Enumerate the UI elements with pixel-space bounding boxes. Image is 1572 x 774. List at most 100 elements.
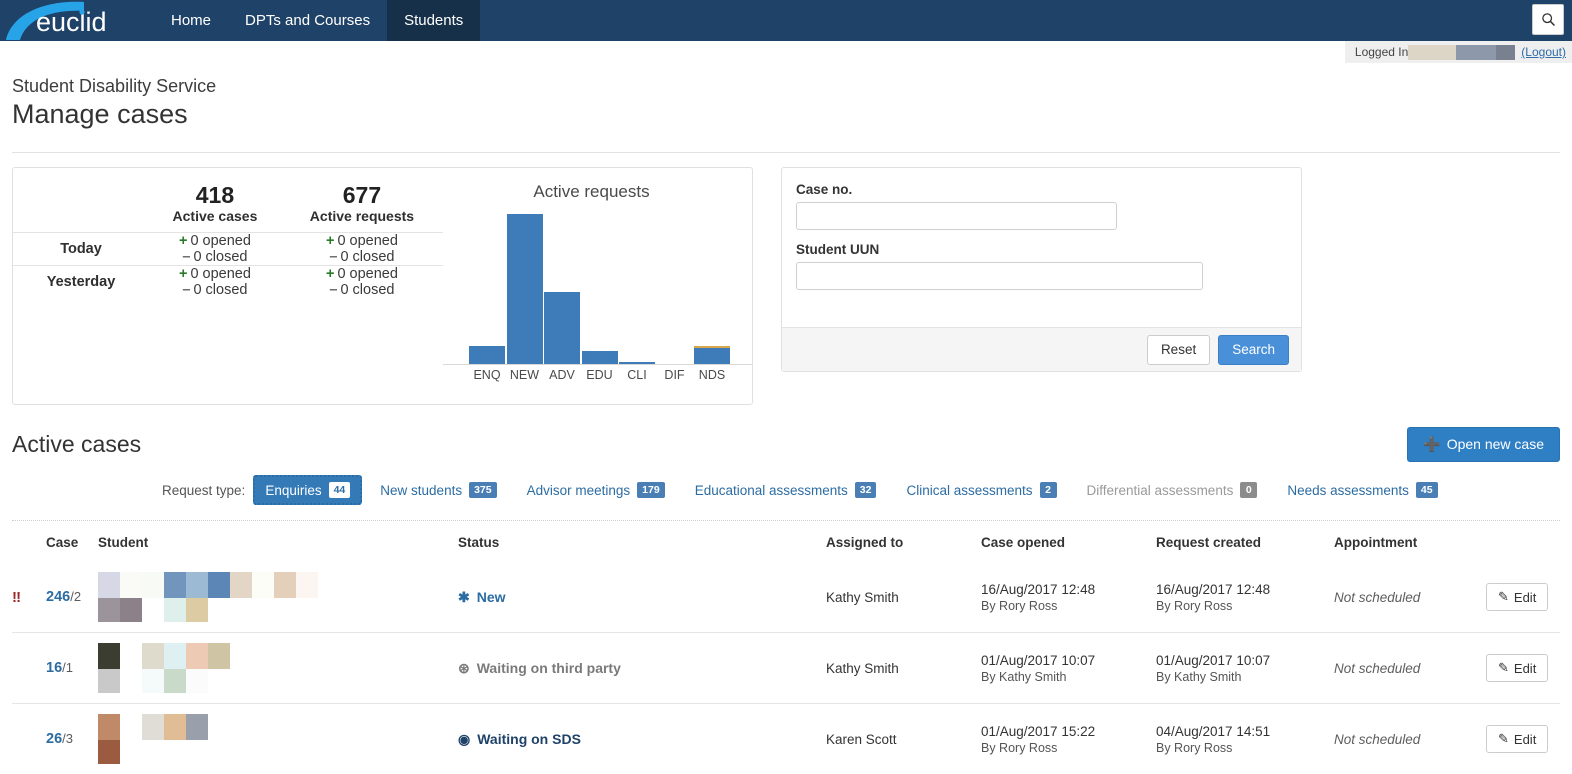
euclid-logo[interactable]: euclid <box>0 0 130 41</box>
redaction-block <box>208 714 230 740</box>
chart-bars <box>469 214 730 364</box>
tab-needs-assessments[interactable]: Needs assessments 45 <box>1275 475 1449 505</box>
reset-button[interactable]: Reset <box>1147 335 1210 365</box>
redaction-block <box>186 643 208 669</box>
priority-flag-cell: ‼ <box>12 562 46 633</box>
redaction-block <box>252 669 274 693</box>
redaction-block <box>120 669 142 693</box>
case-opened-date: 01/Aug/2017 10:07 <box>981 653 1156 668</box>
chart-bar-segment <box>582 351 618 364</box>
tab-enquiries[interactable]: Enquiries44 <box>253 475 362 505</box>
tab-new-students[interactable]: New students 375 <box>368 475 508 505</box>
search-panel-footer: Reset Search <box>782 327 1301 371</box>
redaction-block <box>142 714 164 740</box>
redaction-block <box>296 669 318 693</box>
stats-row-label-yesterday: Yesterday <box>13 266 149 299</box>
tab-count-badge: 375 <box>469 482 497 498</box>
case-opened-cell: 01/Aug/2017 10:07 By Kathy Smith <box>981 633 1156 704</box>
chart-bar-cli <box>619 214 655 364</box>
page-title: Manage cases <box>12 97 1572 131</box>
appointment-status: Not scheduled <box>1334 661 1420 676</box>
tab-label: New students <box>380 483 462 498</box>
search-button[interactable]: Search <box>1218 335 1289 365</box>
search-icon[interactable] <box>1532 4 1564 35</box>
redaction-block <box>252 572 274 598</box>
chart-tick-enq: ENQ <box>469 368 505 382</box>
pencil-icon: ✎ <box>1498 589 1509 605</box>
case-search-panel: Case no. Student UUN Reset Search <box>781 167 1302 372</box>
plus-icon: + <box>326 233 334 249</box>
tab-educational-assessments[interactable]: Educational assessments32 <box>683 475 889 505</box>
tab-count-badge: 0 <box>1240 482 1257 498</box>
case-number-link[interactable]: 246/2 <box>46 589 81 605</box>
redaction-block <box>98 598 120 622</box>
redaction-block <box>230 714 252 740</box>
redaction-block <box>208 572 230 598</box>
student-uun-input[interactable] <box>796 262 1203 290</box>
redaction-block <box>274 643 296 669</box>
request-created-cell: 16/Aug/2017 12:48By Rory Ross <box>1156 562 1334 633</box>
redaction-block <box>164 572 186 598</box>
col-assigned-to: Assigned to <box>826 521 981 562</box>
appointment-cell: Not scheduled <box>1334 633 1486 704</box>
plus-icon: + <box>179 266 187 282</box>
table-row: 26/3◉Waiting on SDSKaren Scott01/Aug/201… <box>12 704 1560 774</box>
tab-differential-assessments: Differential assessments0 <box>1075 475 1270 505</box>
redaction-block <box>98 643 120 669</box>
redaction-block <box>274 714 296 740</box>
case-no-input[interactable] <box>796 202 1117 230</box>
nav-item-students[interactable]: Students <box>387 0 480 41</box>
cases-table-header: Case Student Status Assigned to Case ope… <box>12 521 1560 562</box>
case-number-cell: 246/2 <box>46 562 98 633</box>
col-status: Status <box>458 521 826 562</box>
case-number-link[interactable]: 16/1 <box>46 660 73 676</box>
today-cases-closed: –0 closed <box>149 249 281 266</box>
open-new-case-label: Open new case <box>1447 436 1544 452</box>
priority-alert-icon: ‼ <box>12 589 20 606</box>
table-row: 16/1⊛Waiting on third partyKathy Smith01… <box>12 633 1560 704</box>
appointment-cell: Not scheduled <box>1334 704 1486 774</box>
edit-button[interactable]: ✎Edit <box>1486 725 1548 753</box>
redaction-block <box>296 643 318 669</box>
redaction-block <box>274 598 296 622</box>
chart-bar-segment <box>469 346 505 364</box>
edit-button[interactable]: ✎Edit <box>1486 654 1548 682</box>
tab-count-badge: 32 <box>855 482 877 498</box>
request-created-cell: 01/Aug/2017 10:07By Kathy Smith <box>1156 633 1334 704</box>
redaction-block <box>164 714 186 740</box>
chart-x-axis <box>443 364 752 365</box>
redaction-block <box>98 572 120 598</box>
active-cases-header: Active cases ➕Open new case <box>0 405 1572 462</box>
edit-button[interactable]: ✎Edit <box>1486 583 1548 611</box>
yesterday-requests-closed: –0 closed <box>281 282 443 298</box>
redaction-block <box>208 598 230 622</box>
redaction-block <box>186 598 208 622</box>
request-created-by: By Kathy Smith <box>1156 670 1334 684</box>
student-uun-label: Student UUN <box>796 242 1287 257</box>
redaction-block <box>164 643 186 669</box>
tab-advisor-meetings[interactable]: Advisor meetings179 <box>515 475 677 505</box>
stats-panel: 418 Active cases 677 Active requests Tod… <box>12 167 753 405</box>
tab-clinical-assessments[interactable]: Clinical assessments2 <box>894 475 1068 505</box>
nav-item-home[interactable]: Home <box>154 0 228 41</box>
chart-tick-new: NEW <box>507 368 543 382</box>
tab-label: Needs assessments <box>1287 483 1409 498</box>
tab-label: Clinical assessments <box>906 483 1032 498</box>
chart-plot-area <box>469 214 730 364</box>
active-requests-value: 677 <box>281 182 443 208</box>
col-flag <box>12 521 46 562</box>
status-badge: ✱New <box>458 589 826 606</box>
actions-cell: ✎Edit <box>1486 704 1560 774</box>
active-requests-label: Active requests <box>281 208 443 232</box>
chart-bar-adv <box>544 214 580 364</box>
redaction-block <box>230 740 252 764</box>
nav-item-dpts-and-courses[interactable]: DPTs and Courses <box>228 0 387 41</box>
case-number-link[interactable]: 26/3 <box>46 731 73 747</box>
case-opened-by: By Kathy Smith <box>981 670 1156 684</box>
open-new-case-button[interactable]: ➕Open new case <box>1407 427 1560 462</box>
redaction-block <box>120 572 142 598</box>
tab-count-badge: 45 <box>1416 482 1438 498</box>
redaction-block <box>120 740 142 764</box>
request-type-tabs: Request type: Enquiries44New students375… <box>0 475 1572 505</box>
logout-link[interactable]: (Logout) <box>1521 45 1566 59</box>
